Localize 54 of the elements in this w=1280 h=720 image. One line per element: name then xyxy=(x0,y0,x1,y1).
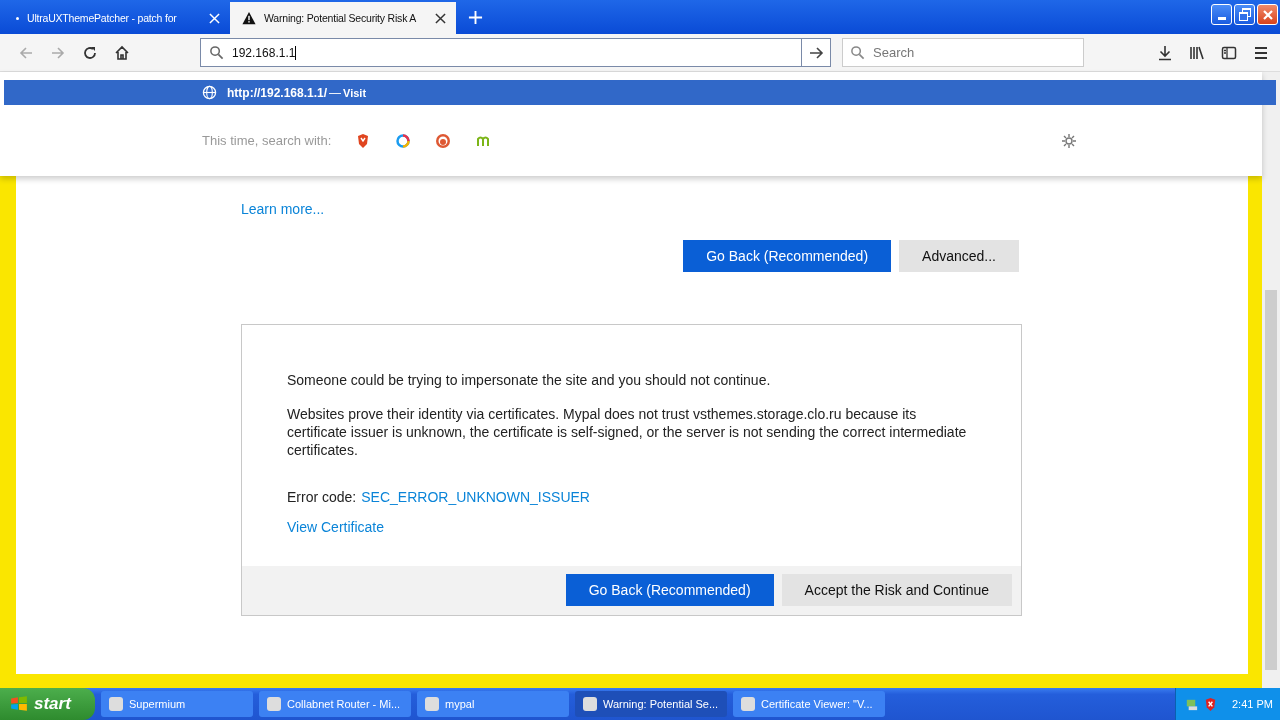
url-suggestion[interactable]: http://192.168.1.1/ — Visit xyxy=(4,80,1276,105)
app-icon xyxy=(583,697,597,711)
advanced-button[interactable]: Advanced... xyxy=(899,240,1019,272)
app-icon xyxy=(741,697,755,711)
browser-tab[interactable]: Warning: Potential Security Risk A xyxy=(230,2,456,34)
scrollbar[interactable] xyxy=(1262,72,1280,688)
separator-dash: — xyxy=(329,85,342,100)
error-label: Error code: xyxy=(287,489,357,505)
taskbar-item[interactable]: Certificate Viewer: "V... xyxy=(733,691,885,717)
menu-icon[interactable] xyxy=(1253,44,1269,61)
plus-icon[interactable] xyxy=(468,10,483,25)
search-with-label: This time, search with: xyxy=(202,133,332,148)
go-back-button[interactable]: Go Back (Recommended) xyxy=(683,240,892,272)
app-icon xyxy=(109,697,123,711)
minimize-button[interactable] xyxy=(1211,4,1232,25)
search-field[interactable]: Search xyxy=(842,38,1084,67)
warning-icon xyxy=(242,11,256,25)
view-certificate-link[interactable]: View Certificate xyxy=(287,519,384,535)
taskbar-item[interactable]: Collabnet Router - Mi... xyxy=(259,691,411,717)
download-icon[interactable] xyxy=(1157,44,1173,61)
app-icon xyxy=(425,697,439,711)
close-button[interactable] xyxy=(1257,4,1278,25)
shield-icon[interactable] xyxy=(1203,696,1218,712)
globe-icon xyxy=(202,85,217,100)
ring-icon[interactable] xyxy=(395,132,412,149)
details-paragraph: Websites prove their identity via certificates. Mypal does not trust vsthemes.storage.clo.ru because its certificate issuer is unknown, the certificate is self-signed, or the server is not sending the correct intermediate certificates. xyxy=(287,405,968,459)
suggestion-url: http://192.168.1.1/ xyxy=(227,85,328,100)
close-icon xyxy=(1261,8,1274,21)
settings-icon[interactable] xyxy=(1061,132,1077,149)
accept-risk-button[interactable]: Accept the Risk and Continue xyxy=(781,574,1012,606)
search-icon xyxy=(850,45,865,60)
windows-flag-icon xyxy=(10,695,28,713)
go-back-button[interactable]: Go Back (Recommended) xyxy=(565,574,774,606)
restore-button[interactable] xyxy=(1234,4,1255,25)
taskbar-item[interactable]: mypal xyxy=(417,691,569,717)
dot-icon xyxy=(16,16,19,20)
sidebar-icon[interactable] xyxy=(1221,44,1237,61)
go-arrow-icon[interactable] xyxy=(808,44,824,61)
home-icon[interactable] xyxy=(114,44,130,61)
close-icon[interactable] xyxy=(435,12,446,24)
search-icon xyxy=(209,45,224,60)
address-bar[interactable]: 192.168.1.1 xyxy=(200,38,831,67)
app-icon xyxy=(267,697,281,711)
library-icon[interactable] xyxy=(1189,44,1205,61)
clock: 2:41 PM xyxy=(1232,698,1273,710)
taskbar-item[interactable]: Supermium xyxy=(101,691,253,717)
error-code-link[interactable]: SEC_ERROR_UNKNOWN_ISSUER xyxy=(361,489,590,505)
browser-tab[interactable]: UltraUXThemePatcher - patch for xyxy=(4,2,230,34)
learn-more-link[interactable]: Learn more... xyxy=(241,201,325,217)
taskbar-item[interactable]: Warning: Potential Se... xyxy=(575,691,727,717)
reload-icon[interactable] xyxy=(82,44,98,61)
start-button[interactable]: start xyxy=(0,688,95,720)
details-paragraph: Someone could be trying to impersonate the site and you should not continue. xyxy=(287,371,772,389)
visit-label: Visit xyxy=(343,86,367,99)
